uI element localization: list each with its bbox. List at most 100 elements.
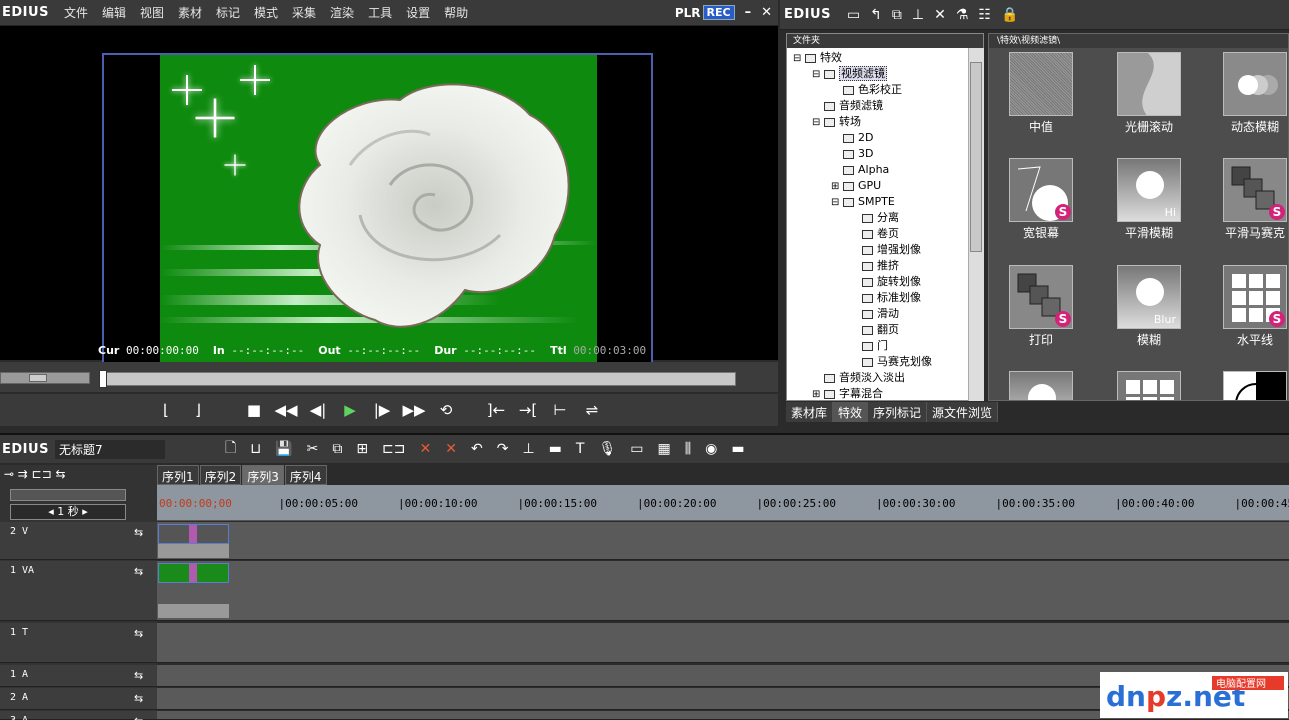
shuttle-slider[interactable] xyxy=(0,372,90,384)
folder-icon[interactable]: ▭ xyxy=(847,7,860,23)
layout-icon[interactable]: ☷ xyxy=(978,7,991,23)
track-patch-icon[interactable]: ⇆ xyxy=(134,715,143,720)
copy-icon[interactable]: ⧉ xyxy=(332,441,342,457)
cut-icon[interactable]: ✂ xyxy=(307,441,319,457)
play-icon[interactable]: ▶ xyxy=(334,401,366,419)
menu-edit[interactable]: 编辑 xyxy=(95,4,133,21)
tab-effects[interactable]: 特效 xyxy=(833,402,869,422)
set-in-icon[interactable]: ⌊ xyxy=(150,401,182,419)
rec-label[interactable]: REC xyxy=(702,5,735,20)
menu-render[interactable]: 渲染 xyxy=(323,4,361,21)
vectorscope-icon[interactable]: ◉ xyxy=(705,441,717,457)
position-scrubber[interactable] xyxy=(99,370,736,388)
effect-tile[interactable] xyxy=(1009,371,1073,400)
tab-sequence-2[interactable]: 序列2 xyxy=(199,465,242,485)
track-patch-icon[interactable]: ⇆ xyxy=(134,627,143,640)
expand-icon[interactable]: ⊟ xyxy=(812,115,824,131)
tree-scrollbar[interactable] xyxy=(968,48,984,401)
close-icon[interactable]: ✕ xyxy=(761,5,772,20)
tree-node[interactable]: 音频淡入淡出 xyxy=(812,370,905,386)
monitor-icon[interactable]: ▬ xyxy=(731,441,744,457)
rose-clip[interactable] xyxy=(158,524,229,544)
step-forward-icon[interactable]: |▶ xyxy=(366,401,398,419)
tree-node[interactable]: ⊞ 字幕混合 xyxy=(812,386,883,402)
tree-node[interactable]: 推挤 xyxy=(850,258,899,274)
tab-bin[interactable]: 素材库 xyxy=(786,402,834,422)
tab-source-browser[interactable]: 源文件浏览 xyxy=(927,402,999,422)
track-patch-icon[interactable]: ⇆ xyxy=(134,526,143,539)
tree-node[interactable]: 音频滤镜 xyxy=(812,98,883,114)
menu-help[interactable]: 帮助 xyxy=(437,4,475,21)
tree-node[interactable]: 2D xyxy=(831,130,873,146)
tree-node[interactable]: 标准划像 xyxy=(850,290,921,306)
track-header[interactable]: 3 A ⇆ xyxy=(0,711,157,720)
plr-rec-switch[interactable]: PLR REC – ✕ xyxy=(675,5,778,20)
overwrite-icon[interactable]: →[ xyxy=(512,401,544,419)
green-clip[interactable] xyxy=(158,563,229,583)
expand-icon[interactable]: ⊟ xyxy=(812,67,824,83)
expand-icon[interactable]: ⊞ xyxy=(831,179,843,195)
insert-icon[interactable]: ]← xyxy=(480,401,512,419)
menu-file[interactable]: 文件 xyxy=(57,4,95,21)
grid-icon[interactable]: ▦ xyxy=(657,441,670,457)
expand-icon[interactable]: ⊞ xyxy=(812,387,824,403)
mic-icon[interactable]: 🎙 xyxy=(598,441,616,457)
minimize-icon[interactable]: – xyxy=(745,5,752,20)
track-patch-icon[interactable]: ⇆ xyxy=(134,565,143,578)
tree-node[interactable]: ⊞ GPU xyxy=(831,178,881,194)
effect-tile[interactable]: S 水平线 xyxy=(1223,265,1287,348)
effect-tile[interactable] xyxy=(1223,371,1287,400)
replace-icon[interactable]: ⇌ xyxy=(576,401,608,419)
effect-tile[interactable]: Hi 平滑模糊 xyxy=(1117,158,1181,241)
save-icon[interactable]: 💾 xyxy=(275,441,292,457)
effect-tile[interactable]: 动态模糊 xyxy=(1223,52,1287,135)
tree-node[interactable]: ⊟ SMPTE xyxy=(831,194,895,210)
scale-select[interactable]: ◂ 1 秒 ▸ xyxy=(10,504,126,520)
lock-icon[interactable]: 🔒 xyxy=(1001,7,1018,23)
tree-node[interactable]: 增强划像 xyxy=(850,242,921,258)
track-patch-icon[interactable]: ⇆ xyxy=(134,669,143,682)
effect-tile[interactable] xyxy=(1117,371,1181,400)
mixer-icon[interactable]: ⫼ xyxy=(685,441,691,457)
effect-tile[interactable]: 光栅滚动 xyxy=(1117,52,1181,135)
timeline-ruler[interactable]: 00:00:00;00 |00:00:05:00 |00:00:10:00 |00:0… xyxy=(157,485,1289,521)
timeline-mode-icons[interactable]: ⊸ ⇉ ⊏⊐ ⇆ xyxy=(0,467,157,485)
expand-icon[interactable]: ⊟ xyxy=(793,51,805,67)
track-patch-icon[interactable]: ⇆ xyxy=(134,692,143,705)
effect-icon[interactable]: ⚗ xyxy=(956,7,969,23)
tree-node[interactable]: ⊟ 特效 xyxy=(793,50,842,66)
effect-tile[interactable]: 中值 xyxy=(1009,52,1073,135)
set-out-icon[interactable]: ⌋ xyxy=(182,401,214,419)
expand-icon[interactable]: ⊟ xyxy=(831,195,843,211)
tree-node[interactable]: ⊟ 视频滤镜 xyxy=(812,66,887,82)
tab-sequence-3[interactable]: 序列3 xyxy=(242,465,284,485)
track-header[interactable]: 2 A ⇆ xyxy=(0,688,157,710)
link-icon[interactable]: ⊏⊐ xyxy=(382,441,405,457)
undo-icon[interactable]: ↶ xyxy=(471,441,483,457)
stop-icon[interactable]: ■ xyxy=(238,401,270,419)
trim-icon[interactable]: ⊢ xyxy=(544,401,576,419)
menu-clip[interactable]: 素材 xyxy=(171,4,209,21)
tab-sequence-markers[interactable]: 序列标记 xyxy=(868,402,928,422)
menu-settings[interactable]: 设置 xyxy=(399,4,437,21)
zoom-slider[interactable] xyxy=(10,489,126,501)
plr-label[interactable]: PLR xyxy=(675,6,701,20)
rewind-icon[interactable]: ◀◀ xyxy=(270,401,302,419)
open-icon[interactable]: ⊔ xyxy=(250,441,261,457)
track-header[interactable]: 1 T ⇆ xyxy=(0,623,157,663)
tree-node[interactable]: 卷页 xyxy=(850,226,899,242)
render-icon[interactable]: ▭ xyxy=(630,441,643,457)
step-back-icon[interactable]: ◀| xyxy=(302,401,334,419)
tab-sequence-4[interactable]: 序列4 xyxy=(284,465,327,485)
ripple-delete-icon[interactable]: ✕ xyxy=(445,441,457,457)
effect-tile[interactable]: S 宽银幕 xyxy=(1009,158,1073,241)
tab-sequence-1[interactable]: 序列1 xyxy=(157,465,199,485)
tree-node[interactable]: Alpha xyxy=(831,162,889,178)
track-header[interactable]: 1 VA ⇆ xyxy=(0,561,157,621)
effect-tile[interactable]: S 平滑马赛克 xyxy=(1223,158,1287,241)
title-icon[interactable]: T xyxy=(576,441,585,457)
track-header[interactable]: 2 V ⇆ xyxy=(0,522,157,560)
marker-icon[interactable]: ⊥ xyxy=(522,441,534,457)
track-lane[interactable] xyxy=(157,522,1289,560)
track-header[interactable]: 1 A ⇆ xyxy=(0,665,157,687)
